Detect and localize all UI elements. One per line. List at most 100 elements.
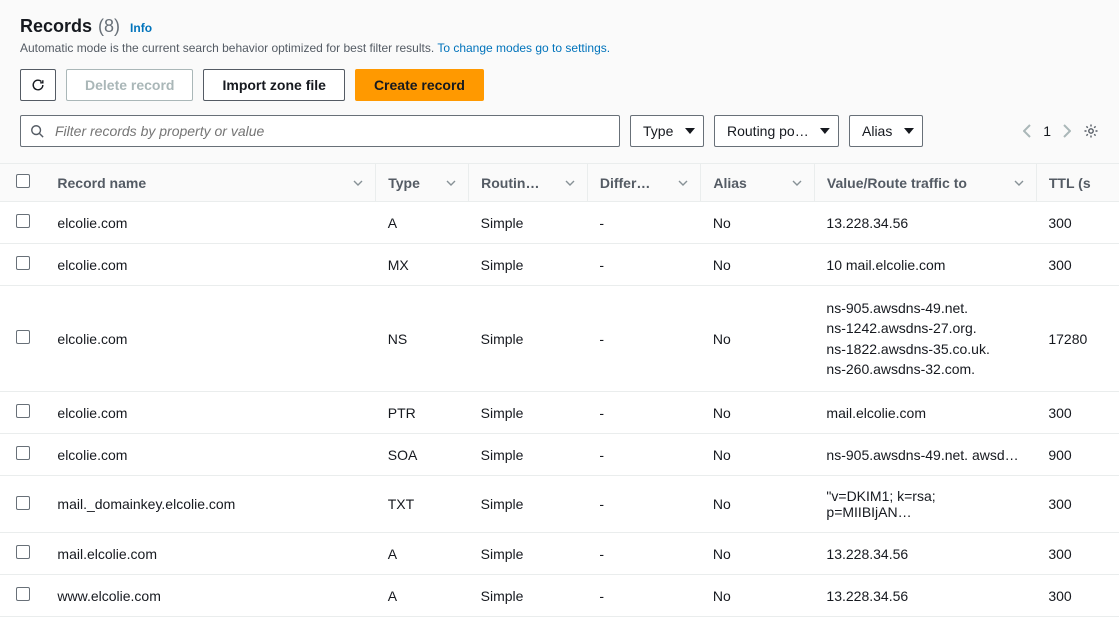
cell-alias: No (701, 392, 815, 434)
cell-differ: - (587, 434, 701, 476)
settings-link[interactable]: To change modes go to settings. (437, 41, 610, 55)
sort-icon (792, 180, 802, 186)
type-filter-dropdown[interactable]: Type (630, 115, 704, 147)
chevron-left-icon (1023, 124, 1031, 138)
next-page-button[interactable] (1063, 124, 1071, 138)
cell-value: 13.228.34.56 (814, 202, 1036, 244)
caret-down-icon (820, 128, 830, 134)
cell-record-name: elcolie.com (45, 434, 375, 476)
cell-record-name: www.elcolie.com (45, 575, 375, 617)
cell-ttl: 300 (1036, 202, 1119, 244)
records-table-wrap: Record name Type Routin… Differ… Alias V… (0, 163, 1119, 617)
row-checkbox[interactable] (16, 256, 30, 270)
row-checkbox[interactable] (16, 545, 30, 559)
alias-filter-dropdown[interactable]: Alias (849, 115, 923, 147)
row-checkbox[interactable] (16, 214, 30, 228)
row-checkbox[interactable] (16, 330, 30, 344)
chevron-right-icon (1063, 124, 1071, 138)
subtitle: Automatic mode is the current search beh… (20, 41, 1099, 55)
table-row[interactable]: elcolie.comSOASimple-Nons-905.awsdns-49.… (0, 434, 1119, 476)
table-row[interactable]: elcolie.comPTRSimple-Nomail.elcolie.com3… (0, 392, 1119, 434)
sort-alias[interactable] (792, 180, 802, 186)
sort-differ[interactable] (678, 180, 688, 186)
prev-page-button[interactable] (1023, 124, 1031, 138)
cell-ttl: 300 (1036, 575, 1119, 617)
cell-type: MX (376, 244, 469, 286)
cell-ttl: 300 (1036, 392, 1119, 434)
sort-icon (446, 180, 456, 186)
row-checkbox[interactable] (16, 496, 30, 510)
row-checkbox[interactable] (16, 446, 30, 460)
select-all-checkbox[interactable] (16, 174, 30, 188)
cell-ttl: 300 (1036, 533, 1119, 575)
table-row[interactable]: elcolie.comNSSimple-Nons-905.awsdns-49.n… (0, 286, 1119, 392)
cell-type: TXT (376, 476, 469, 533)
table-settings-button[interactable] (1083, 123, 1099, 139)
refresh-icon (31, 77, 45, 93)
cell-alias: No (701, 533, 815, 575)
records-table: Record name Type Routin… Differ… Alias V… (0, 164, 1119, 617)
info-link[interactable]: Info (130, 21, 152, 35)
table-row[interactable]: www.elcolie.comASimple-No13.228.34.56300 (0, 575, 1119, 617)
actions-row: Delete record Import zone file Create re… (20, 69, 1099, 101)
cell-routing: Simple (469, 575, 588, 617)
sort-name[interactable] (353, 180, 363, 186)
caret-down-icon (685, 128, 695, 134)
cell-differ: - (587, 533, 701, 575)
sort-routing[interactable] (565, 180, 575, 186)
col-header-type: Type (388, 175, 420, 191)
cell-record-name: mail.elcolie.com (45, 533, 375, 575)
cell-value: 10 mail.elcolie.com (814, 244, 1036, 286)
cell-ttl: 300 (1036, 476, 1119, 533)
col-header-alias: Alias (713, 175, 746, 191)
cell-differ: - (587, 392, 701, 434)
records-panel: Records (8) Info Automatic mode is the c… (0, 0, 1119, 163)
pagination: 1 (1023, 123, 1099, 139)
col-header-differ: Differ… (600, 175, 651, 191)
cell-type: PTR (376, 392, 469, 434)
cell-record-name: elcolie.com (45, 286, 375, 392)
cell-routing: Simple (469, 476, 588, 533)
cell-routing: Simple (469, 286, 588, 392)
cell-differ: - (587, 286, 701, 392)
table-row[interactable]: mail.elcolie.comASimple-No13.228.34.5630… (0, 533, 1119, 575)
cell-record-name: elcolie.com (45, 202, 375, 244)
row-checkbox[interactable] (16, 587, 30, 601)
cell-ttl: 300 (1036, 244, 1119, 286)
cell-ttl: 17280 (1036, 286, 1119, 392)
sort-icon (353, 180, 363, 186)
table-row[interactable]: elcolie.comASimple-No13.228.34.56300 (0, 202, 1119, 244)
cell-type: A (376, 533, 469, 575)
cell-type: A (376, 575, 469, 617)
cell-value: mail.elcolie.com (814, 392, 1036, 434)
routing-policy-filter-label: Routing pol… (727, 123, 810, 139)
sort-type[interactable] (446, 180, 456, 186)
import-zone-file-button[interactable]: Import zone file (203, 69, 344, 101)
create-record-button[interactable]: Create record (355, 69, 484, 101)
table-row[interactable]: mail._domainkey.elcolie.comTXTSimple-No"… (0, 476, 1119, 533)
filter-row: Type Routing pol… Alias 1 (20, 115, 1099, 163)
sort-value[interactable] (1014, 180, 1024, 186)
cell-value: ns-905.awsdns-49.net. awsd… (814, 434, 1036, 476)
cell-alias: No (701, 434, 815, 476)
page-title: Records (20, 16, 92, 37)
record-count: (8) (98, 16, 120, 37)
subtitle-text: Automatic mode is the current search beh… (20, 41, 437, 55)
cell-differ: - (587, 244, 701, 286)
routing-policy-filter-dropdown[interactable]: Routing pol… (714, 115, 839, 147)
gear-icon (1083, 123, 1099, 139)
page-number: 1 (1043, 123, 1051, 139)
title-row: Records (8) Info (20, 16, 1099, 37)
search-input[interactable] (20, 115, 620, 147)
cell-alias: No (701, 244, 815, 286)
row-checkbox[interactable] (16, 404, 30, 418)
cell-ttl: 900 (1036, 434, 1119, 476)
table-row[interactable]: elcolie.comMXSimple-No10 mail.elcolie.co… (0, 244, 1119, 286)
sort-icon (565, 180, 575, 186)
refresh-button[interactable] (20, 69, 56, 101)
col-header-value: Value/Route traffic to (827, 175, 967, 191)
search-icon (30, 124, 44, 138)
col-header-routing: Routin… (481, 175, 539, 191)
delete-record-button: Delete record (66, 69, 193, 101)
cell-routing: Simple (469, 392, 588, 434)
